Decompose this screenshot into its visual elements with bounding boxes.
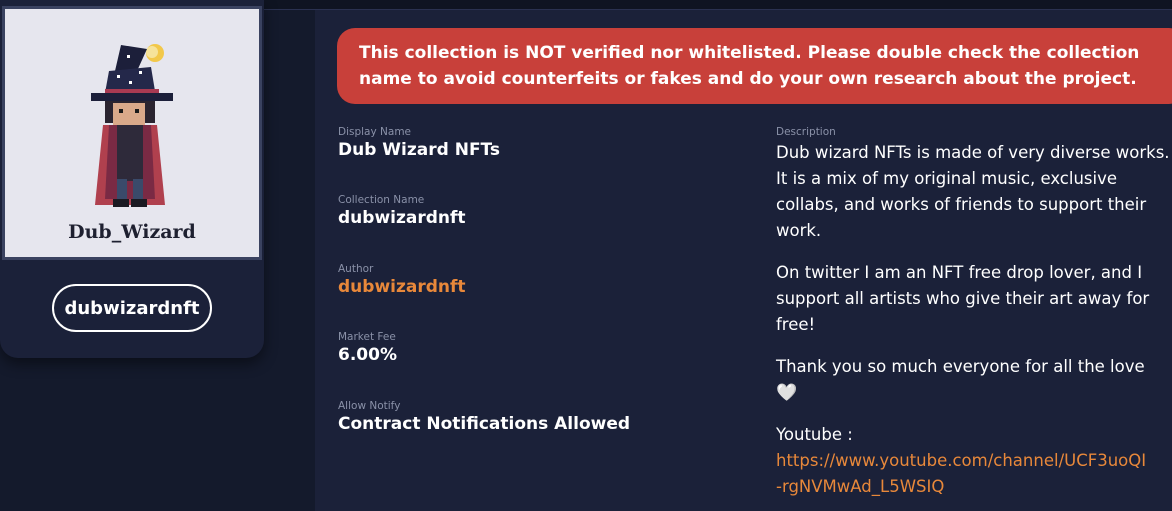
wizard-pixel-art-icon	[91, 44, 173, 207]
description-paragraph-1: Dub wizard NFTs is made of very diverse …	[776, 143, 1170, 240]
youtube-link-line-2[interactable]: -rgNVMwAd_L5WSIQ	[776, 474, 1172, 500]
collection-name-label: Collection Name	[338, 194, 425, 206]
display-name-field: Display Name Dub Wizard NFTs	[338, 126, 500, 160]
description-paragraph-3-text: Thank you so much everyone for all the l…	[776, 357, 1145, 376]
market-fee-value: 6.00%	[338, 345, 397, 365]
description-section: Description Dub wizard NFTs is made of v…	[776, 126, 1172, 500]
page: Dub_Wizard dubwizardnft This collection …	[0, 0, 1172, 511]
market-fee-field: Market Fee 6.00%	[338, 331, 397, 365]
allow-notify-label: Allow Notify	[338, 400, 401, 412]
collection-name-value: dubwizardnft	[338, 208, 466, 228]
market-fee-label: Market Fee	[338, 331, 396, 343]
youtube-label: Youtube :	[776, 425, 853, 444]
description-paragraph-3: Thank you so much everyone for all the l…	[776, 354, 1172, 406]
unverified-warning-banner: This collection is NOT verified nor whit…	[337, 28, 1172, 104]
username-button[interactable]: dubwizardnft	[52, 284, 212, 332]
description-youtube: Youtube : https://www.youtube.com/channe…	[776, 422, 1172, 500]
avatar-caption: Dub_Wizard	[68, 221, 196, 243]
collection-avatar: Dub_Wizard	[2, 6, 262, 260]
collection-info-panel: This collection is NOT verified nor whit…	[315, 10, 1172, 511]
author-link[interactable]: dubwizardnft	[338, 277, 466, 297]
allow-notify-field: Allow Notify Contract Notifications Allo…	[338, 400, 630, 434]
white-heart-icon: 🤍	[776, 383, 798, 403]
author-label: Author	[338, 263, 374, 275]
description-paragraph-2: On twitter I am an NFT free drop lover, …	[776, 263, 1150, 334]
description-label: Description	[776, 126, 836, 138]
profile-card: Dub_Wizard dubwizardnft	[0, 0, 264, 358]
youtube-link-line-1[interactable]: https://www.youtube.com/channel/UCF3uoQI	[776, 448, 1172, 474]
display-name-value: Dub Wizard NFTs	[338, 140, 501, 160]
collection-name-field: Collection Name dubwizardnft	[338, 194, 466, 228]
display-name-label: Display Name	[338, 126, 412, 138]
allow-notify-value: Contract Notifications Allowed	[338, 414, 631, 434]
author-field: Author dubwizardnft	[338, 263, 466, 297]
